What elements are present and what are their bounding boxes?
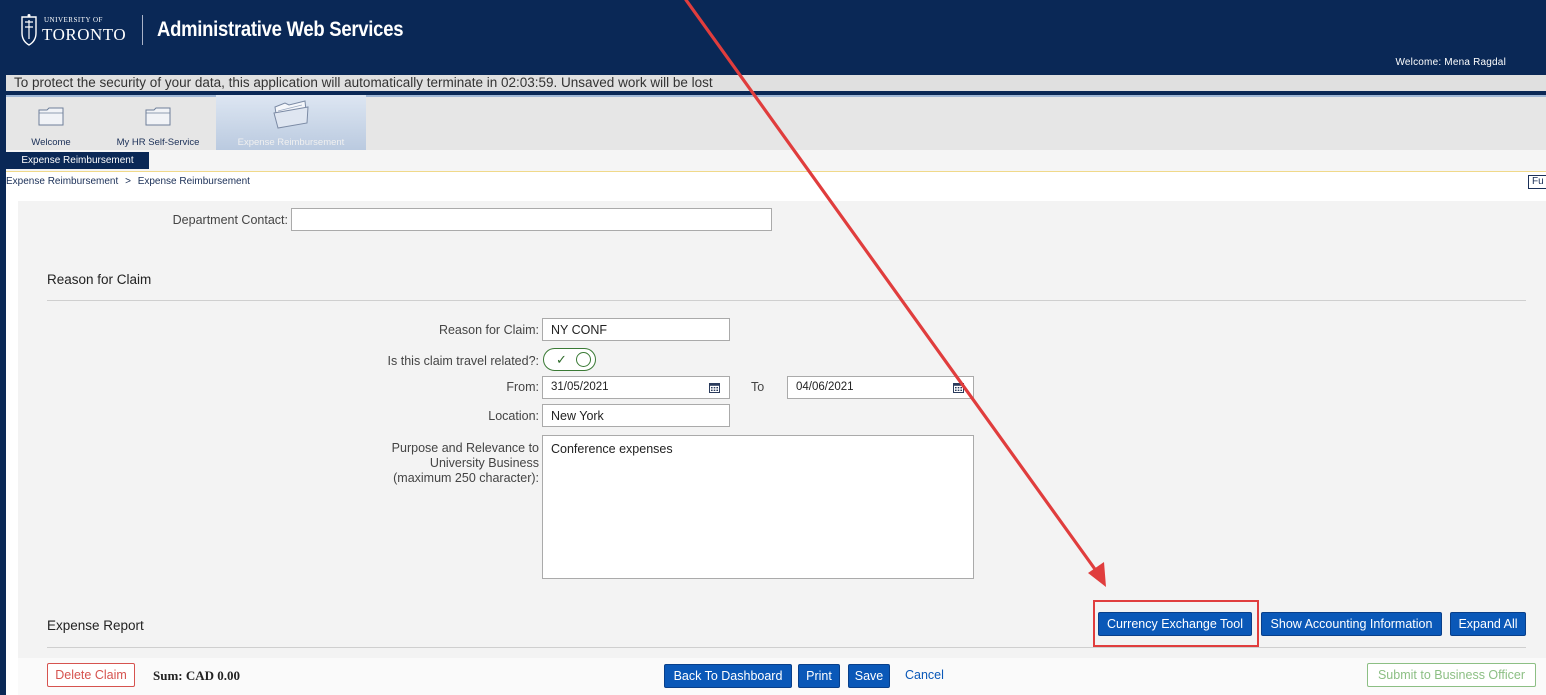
purpose-label-line: (maximum 250 character): <box>393 471 539 485</box>
sub-tab-bar: Expense Reimbursement <box>6 150 1546 172</box>
back-to-dashboard-button[interactable]: Back To Dashboard <box>664 664 792 688</box>
main-tabs: Welcome My HR Self-Service Expense Reimb… <box>6 95 1546 152</box>
show-accounting-information-button[interactable]: Show Accounting Information <box>1261 612 1442 636</box>
save-button[interactable]: Save <box>848 664 890 688</box>
logo-divider <box>142 15 144 45</box>
purpose-textarea[interactable]: Conference expenses <box>542 435 974 579</box>
to-date-value: 04/06/2021 <box>796 381 854 393</box>
to-date-input[interactable]: 04/06/2021 <box>787 376 974 399</box>
section-divider <box>47 647 1526 648</box>
location-label: Location: <box>488 409 539 423</box>
side-tab[interactable]: Fu <box>1528 175 1546 189</box>
section-title-reason-for-claim: Reason for Claim <box>47 272 152 287</box>
tab-welcome-label: Welcome <box>31 137 71 148</box>
folder-icon <box>145 107 171 126</box>
tab-expense-reimbursement[interactable]: Expense Reimbursement <box>216 95 366 152</box>
expand-all-button[interactable]: Expand All <box>1450 612 1526 636</box>
tab-welcome[interactable]: Welcome <box>14 97 88 150</box>
reason-input[interactable]: NY CONF <box>542 318 730 341</box>
check-icon: ✓ <box>556 352 567 367</box>
calendar-icon[interactable] <box>709 382 720 393</box>
print-button[interactable]: Print <box>798 664 840 688</box>
delete-claim-button[interactable]: Delete Claim <box>47 663 135 687</box>
university-small-text: UNIVERSITY OF <box>44 16 103 24</box>
section-title-expense-report: Expense Report <box>47 618 144 633</box>
calendar-icon[interactable] <box>953 382 964 393</box>
breadcrumb-separator: > <box>125 176 131 187</box>
page: UNIVERSITY OF TORONTO Administrative Web… <box>0 0 1546 695</box>
folder-icon <box>38 107 64 126</box>
university-big-text: TORONTO <box>42 25 127 44</box>
welcome-text: Welcome: Mena Ragdal <box>1395 57 1506 68</box>
session-timeout-message: To protect the security of your data, th… <box>6 75 1546 91</box>
department-contact-label: Department Contact: <box>172 213 288 227</box>
section-divider <box>47 300 1526 301</box>
department-contact-input[interactable] <box>291 208 772 231</box>
travel-related-toggle[interactable]: ✓ <box>543 348 596 371</box>
cancel-link[interactable]: Cancel <box>905 668 944 682</box>
university-logo[interactable]: UNIVERSITY OF TORONTO Administrative Web… <box>20 10 437 50</box>
from-date-input[interactable]: 31/05/2021 <box>542 376 730 399</box>
from-date-value: 31/05/2021 <box>551 381 609 393</box>
to-label: To <box>751 380 765 394</box>
claim-form: Department Contact: Reason for Claim Rea… <box>18 201 1546 695</box>
annotation-highlight-box <box>1093 600 1259 647</box>
tab-my-hr-self-service-label: My HR Self-Service <box>116 137 200 148</box>
breadcrumb-item[interactable]: Expense Reimbursement <box>6 176 118 187</box>
location-input[interactable]: New York <box>542 404 730 427</box>
sub-tab-expense-reimbursement[interactable]: Expense Reimbursement <box>6 152 149 169</box>
claim-sum: Sum: CAD 0.00 <box>153 668 241 683</box>
app-title: Administrative Web Services <box>157 18 404 41</box>
purpose-label: Purpose and Relevance to University Busi… <box>348 441 539 486</box>
app-header: UNIVERSITY OF TORONTO Administrative Web… <box>0 0 1546 75</box>
purpose-label-line: University Business <box>429 456 539 470</box>
tab-my-hr-self-service[interactable]: My HR Self-Service <box>106 97 210 150</box>
from-label: From: <box>506 380 539 394</box>
purpose-label-line: Purpose and Relevance to <box>391 441 539 455</box>
university-wordmark: UNIVERSITY OF TORONTO <box>42 16 127 44</box>
reason-label: Reason for Claim: <box>438 323 539 337</box>
tab-expense-reimbursement-label: Expense Reimbursement <box>237 137 345 148</box>
toggle-knob <box>576 352 591 367</box>
travel-related-label: Is this claim travel related?: <box>387 354 539 368</box>
open-folder-icon <box>273 100 309 129</box>
crest-icon <box>21 14 37 46</box>
breadcrumb-item-current[interactable]: Expense Reimbursement <box>138 176 250 187</box>
breadcrumb: Expense Reimbursement > Expense Reimburs… <box>6 176 254 187</box>
submit-to-business-officer-button[interactable]: Submit to Business Officer <box>1367 663 1536 687</box>
